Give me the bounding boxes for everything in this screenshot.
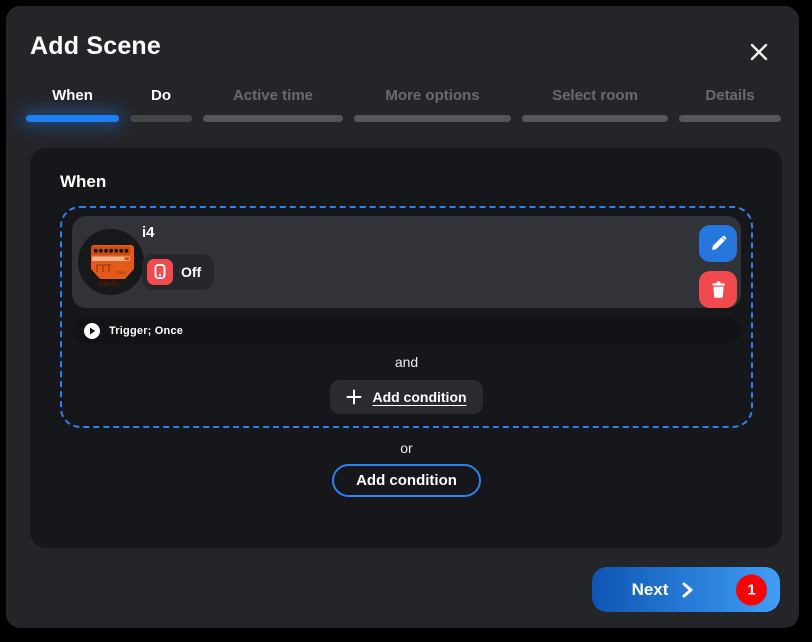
add-and-condition-label: Add condition bbox=[372, 389, 466, 405]
tab-do-label: Do bbox=[151, 87, 171, 104]
chevron-right-icon bbox=[681, 582, 694, 598]
tab-details-progress-bar bbox=[679, 115, 781, 122]
play-icon bbox=[84, 323, 100, 339]
tab-when-progress-bar bbox=[26, 115, 119, 122]
and-label: and bbox=[72, 354, 741, 370]
switch-device-icon bbox=[147, 259, 173, 285]
add-and-condition-button[interactable]: Add condition bbox=[330, 380, 482, 414]
trigger-summary-text: Trigger; Once bbox=[109, 325, 183, 337]
close-icon bbox=[747, 40, 771, 64]
tab-do[interactable]: Do bbox=[130, 87, 192, 122]
notification-badge: 1 bbox=[736, 574, 767, 605]
close-button[interactable] bbox=[743, 36, 775, 68]
next-button-label: Next bbox=[632, 580, 669, 600]
card-actions bbox=[699, 225, 737, 308]
tab-active-time-progress-bar bbox=[203, 115, 343, 122]
tab-active-time-label: Active time bbox=[233, 87, 313, 104]
tab-select-room[interactable]: Select room bbox=[522, 87, 668, 122]
tab-more-options-label: More options bbox=[385, 87, 479, 104]
tab-details[interactable]: Details bbox=[679, 87, 781, 122]
when-panel: When bbox=[30, 148, 782, 548]
tab-when-label: When bbox=[52, 87, 93, 104]
delete-trigger-button[interactable] bbox=[699, 271, 737, 308]
tab-when[interactable]: When bbox=[26, 87, 119, 122]
device-name: i4 bbox=[142, 224, 155, 241]
pencil-icon bbox=[709, 234, 728, 253]
page-title: Add Scene bbox=[30, 32, 769, 61]
tab-select-room-progress-bar bbox=[522, 115, 668, 122]
dialog-header: Add Scene bbox=[6, 6, 799, 61]
device-image-label: Shelly bbox=[99, 281, 121, 288]
tab-active-time[interactable]: Active time bbox=[203, 87, 343, 122]
add-or-condition-button[interactable]: Add condition bbox=[332, 464, 481, 497]
tab-do-progress-bar bbox=[130, 115, 192, 122]
trigger-card: Shelly i4 Off bbox=[72, 216, 741, 308]
tab-select-room-label: Select room bbox=[552, 87, 638, 104]
trigger-summary-pill[interactable]: Trigger; Once bbox=[72, 318, 741, 344]
add-scene-dialog: Add Scene When Do Active time More optio… bbox=[6, 6, 799, 628]
plus-icon bbox=[346, 389, 362, 405]
tab-more-options[interactable]: More options bbox=[354, 87, 511, 122]
tab-more-options-progress-bar bbox=[354, 115, 511, 122]
or-label: or bbox=[60, 440, 753, 456]
device-image: Shelly bbox=[78, 229, 144, 295]
condition-group: Shelly i4 Off bbox=[60, 206, 753, 428]
status-text: Off bbox=[181, 264, 201, 280]
wizard-steps: When Do Active time More options Select … bbox=[6, 87, 799, 122]
trash-icon bbox=[709, 280, 728, 299]
when-heading: When bbox=[60, 172, 753, 192]
status-badge: Off bbox=[142, 254, 214, 290]
tab-details-label: Details bbox=[705, 87, 754, 104]
next-button[interactable]: Next 1 bbox=[592, 567, 780, 612]
edit-trigger-button[interactable] bbox=[699, 225, 737, 262]
